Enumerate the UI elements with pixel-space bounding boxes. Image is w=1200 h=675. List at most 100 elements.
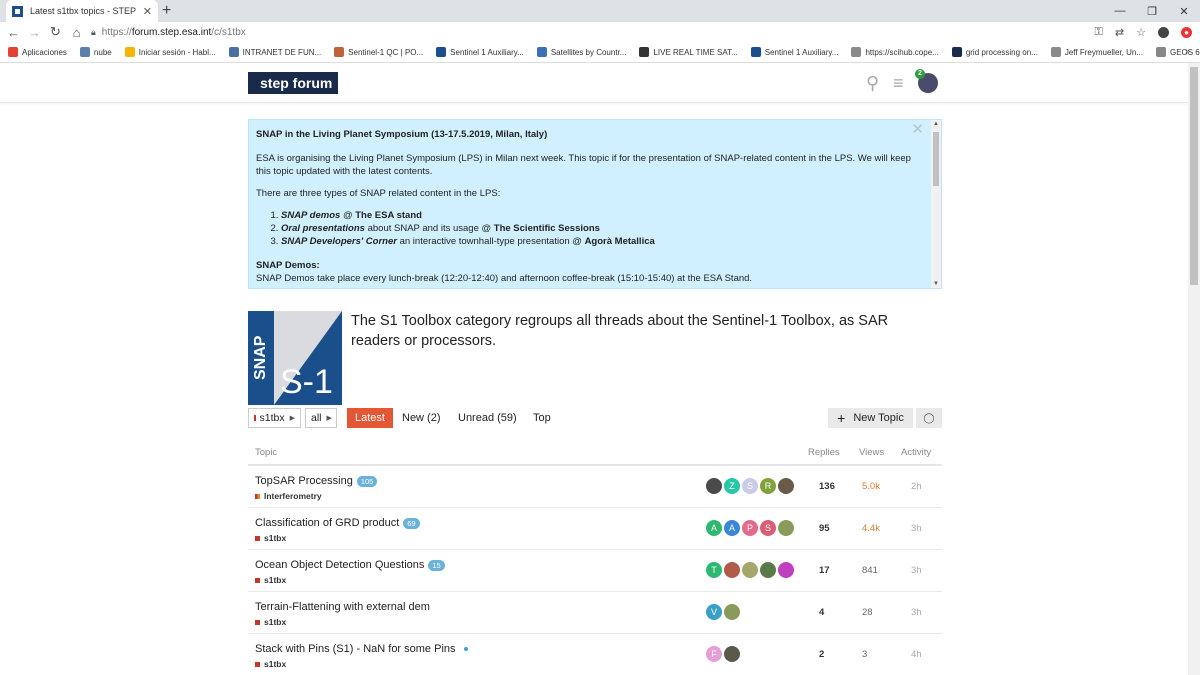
back-icon[interactable]: ← [3, 25, 24, 40]
poster-avatar[interactable]: P [742, 520, 758, 536]
poster-avatar[interactable]: T [706, 562, 722, 578]
scroll-down-icon[interactable]: ▼ [931, 281, 941, 287]
bookmark-item[interactable]: https://scihub.cope... [851, 47, 939, 57]
header-topic[interactable]: Topic [255, 447, 277, 458]
extension-icon[interactable]: ● [1181, 26, 1192, 38]
bookmark-item[interactable]: GEOS 655 Tectonic... [1155, 47, 1200, 57]
topic-category-badge[interactable]: s1tbx [255, 617, 286, 627]
window-close-icon[interactable]: ✕ [1168, 0, 1200, 22]
view-count: 5.0k [862, 481, 880, 492]
poster-avatar[interactable]: R [760, 478, 776, 494]
activity-time[interactable]: 2h [911, 481, 922, 492]
activity-time[interactable]: 3h [911, 523, 922, 534]
poster-avatar[interactable] [778, 478, 794, 494]
poster-avatar[interactable]: A [706, 520, 722, 536]
category-dropdown[interactable]: s1tbx ▶ [248, 408, 301, 428]
category-description: The S1 Toolbox category regroups all thr… [351, 313, 889, 349]
search-icon[interactable]: ⚲ [866, 73, 879, 94]
topic-title-link[interactable]: Stack with Pins (S1) - NaN for some Pins [255, 643, 456, 655]
reload-icon[interactable]: ↻ [45, 24, 66, 40]
bookmark-icon [536, 47, 547, 57]
header-views[interactable]: Views [859, 447, 884, 458]
bookmark-item[interactable]: Satellites by Countr... [536, 47, 626, 57]
close-icon[interactable]: ✕ [911, 120, 924, 138]
new-topic-button[interactable]: + New Topic [828, 408, 913, 428]
topic-category-badge[interactable]: s1tbx [255, 575, 286, 585]
poster-avatar[interactable] [706, 478, 722, 494]
home-icon[interactable]: ⌂ [66, 25, 87, 40]
hamburger-menu-icon[interactable]: ≡ [893, 73, 904, 94]
activity-time[interactable]: 4h [911, 649, 922, 660]
header-replies[interactable]: Replies [808, 447, 840, 458]
poster-avatar[interactable] [724, 562, 740, 578]
bookmark-item[interactable]: LIVE REAL TIME SAT... [639, 47, 738, 57]
poster-avatar[interactable] [760, 562, 776, 578]
topic-category-badge[interactable]: s1tbx [255, 659, 286, 669]
tab-latest[interactable]: Latest [347, 408, 393, 428]
global-notice-banner: ✕ SNAP in the Living Planet Symposium (1… [248, 119, 942, 289]
browser-tab[interactable]: Latest s1tbx topics - STEP Forum ✕ [6, 0, 158, 22]
tab-top[interactable]: Top [533, 408, 551, 428]
translate-icon[interactable]: ⇄ [1115, 26, 1124, 39]
minimize-icon[interactable]: — [1104, 0, 1136, 22]
scrollbar-thumb[interactable] [1190, 67, 1198, 285]
tab-new[interactable]: New (2) [402, 408, 441, 428]
poster-avatar[interactable] [724, 604, 740, 620]
topic-category-badge[interactable]: Interferometry [255, 491, 322, 501]
forward-icon[interactable]: → [24, 25, 45, 40]
profile-icon[interactable] [1158, 26, 1169, 38]
bookmark-item[interactable]: Sentinel 1 Auxiliary... [436, 47, 524, 57]
poster-avatar[interactable] [778, 562, 794, 578]
notification-level-button[interactable]: ◯ [916, 408, 942, 428]
unread-posts-badge[interactable]: 15 [428, 559, 445, 571]
reply-count: 2 [819, 649, 825, 660]
bookmark-icon [851, 47, 862, 57]
star-icon[interactable]: ☆ [1136, 26, 1146, 39]
scroll-up-icon[interactable]: ▲ [931, 121, 941, 127]
restore-icon[interactable]: ❐ [1136, 0, 1168, 22]
poster-avatar[interactable]: S [760, 520, 776, 536]
close-tab-icon[interactable]: ✕ [143, 5, 152, 18]
bookmarks-more-icon[interactable]: » [1185, 46, 1190, 56]
bookmark-icon [124, 47, 135, 57]
topic-title-link[interactable]: Classification of GRD product [255, 517, 399, 529]
banner-scrollbar[interactable]: ▲ ▼ [931, 120, 941, 288]
bookmark-item[interactable]: Sentinel-1 QC | PO... [334, 47, 423, 57]
header-activity[interactable]: Activity [901, 447, 931, 458]
bookmark-item[interactable]: nube [79, 47, 112, 57]
poster-avatar[interactable]: F [706, 646, 722, 662]
bookmark-item[interactable]: Sentinel 1 Auxiliary... [750, 47, 838, 57]
topic-category-badge[interactable]: s1tbx [255, 533, 286, 543]
address-bar[interactable]: 🔒︎ https://forum.step.esa.int/c/s1tbx [91, 22, 246, 42]
key-icon[interactable]: ⚿ [1095, 26, 1103, 39]
page-scrollbar[interactable] [1188, 63, 1200, 675]
site-logo[interactable]: step forum [248, 72, 338, 94]
bookmark-item[interactable]: Iniciar sesión - Habl... [124, 47, 216, 57]
tab-unread[interactable]: Unread (59) [458, 408, 517, 428]
poster-avatar[interactable]: S [742, 478, 758, 494]
poster-avatar[interactable] [742, 562, 758, 578]
bookmark-item[interactable]: Jeff Freymueller, Un... [1050, 47, 1143, 57]
banner-list: SNAP demos @ The ESA stand Oral presenta… [281, 209, 925, 248]
topic-title-link[interactable]: TopSAR Processing [255, 475, 353, 487]
bookmark-item[interactable]: INTRANET DE FUN... [228, 47, 321, 57]
bookmark-item[interactable]: grid processing on... [951, 47, 1038, 57]
poster-avatar[interactable] [778, 520, 794, 536]
poster-avatar[interactable]: A [724, 520, 740, 536]
unread-posts-badge[interactable]: 105 [356, 475, 378, 487]
unread-posts-badge[interactable]: 69 [403, 517, 420, 529]
poster-avatar[interactable]: V [706, 604, 722, 620]
table-row: Terrain-Flattening with external dem s1tb… [248, 592, 942, 634]
activity-time[interactable]: 3h [911, 565, 922, 576]
list-item: SNAP Developers' Corner an interactive t… [281, 235, 925, 248]
topic-title-link[interactable]: Ocean Object Detection Questions [255, 559, 424, 571]
new-tab-icon[interactable]: + [162, 2, 171, 20]
activity-time[interactable]: 3h [911, 607, 922, 618]
table-row: Ocean Object Detection Questions 15 s1tbx T… [248, 550, 942, 592]
poster-avatar[interactable]: Z [724, 478, 740, 494]
site-header: step forum ⚲ ≡ 2 [0, 63, 1188, 103]
bookmark-apps[interactable]: Aplicaciones [8, 47, 67, 57]
subcategory-dropdown[interactable]: all ▶ [305, 408, 337, 428]
topic-title-link[interactable]: Terrain-Flattening with external dem [255, 601, 430, 613]
poster-avatar[interactable] [724, 646, 740, 662]
